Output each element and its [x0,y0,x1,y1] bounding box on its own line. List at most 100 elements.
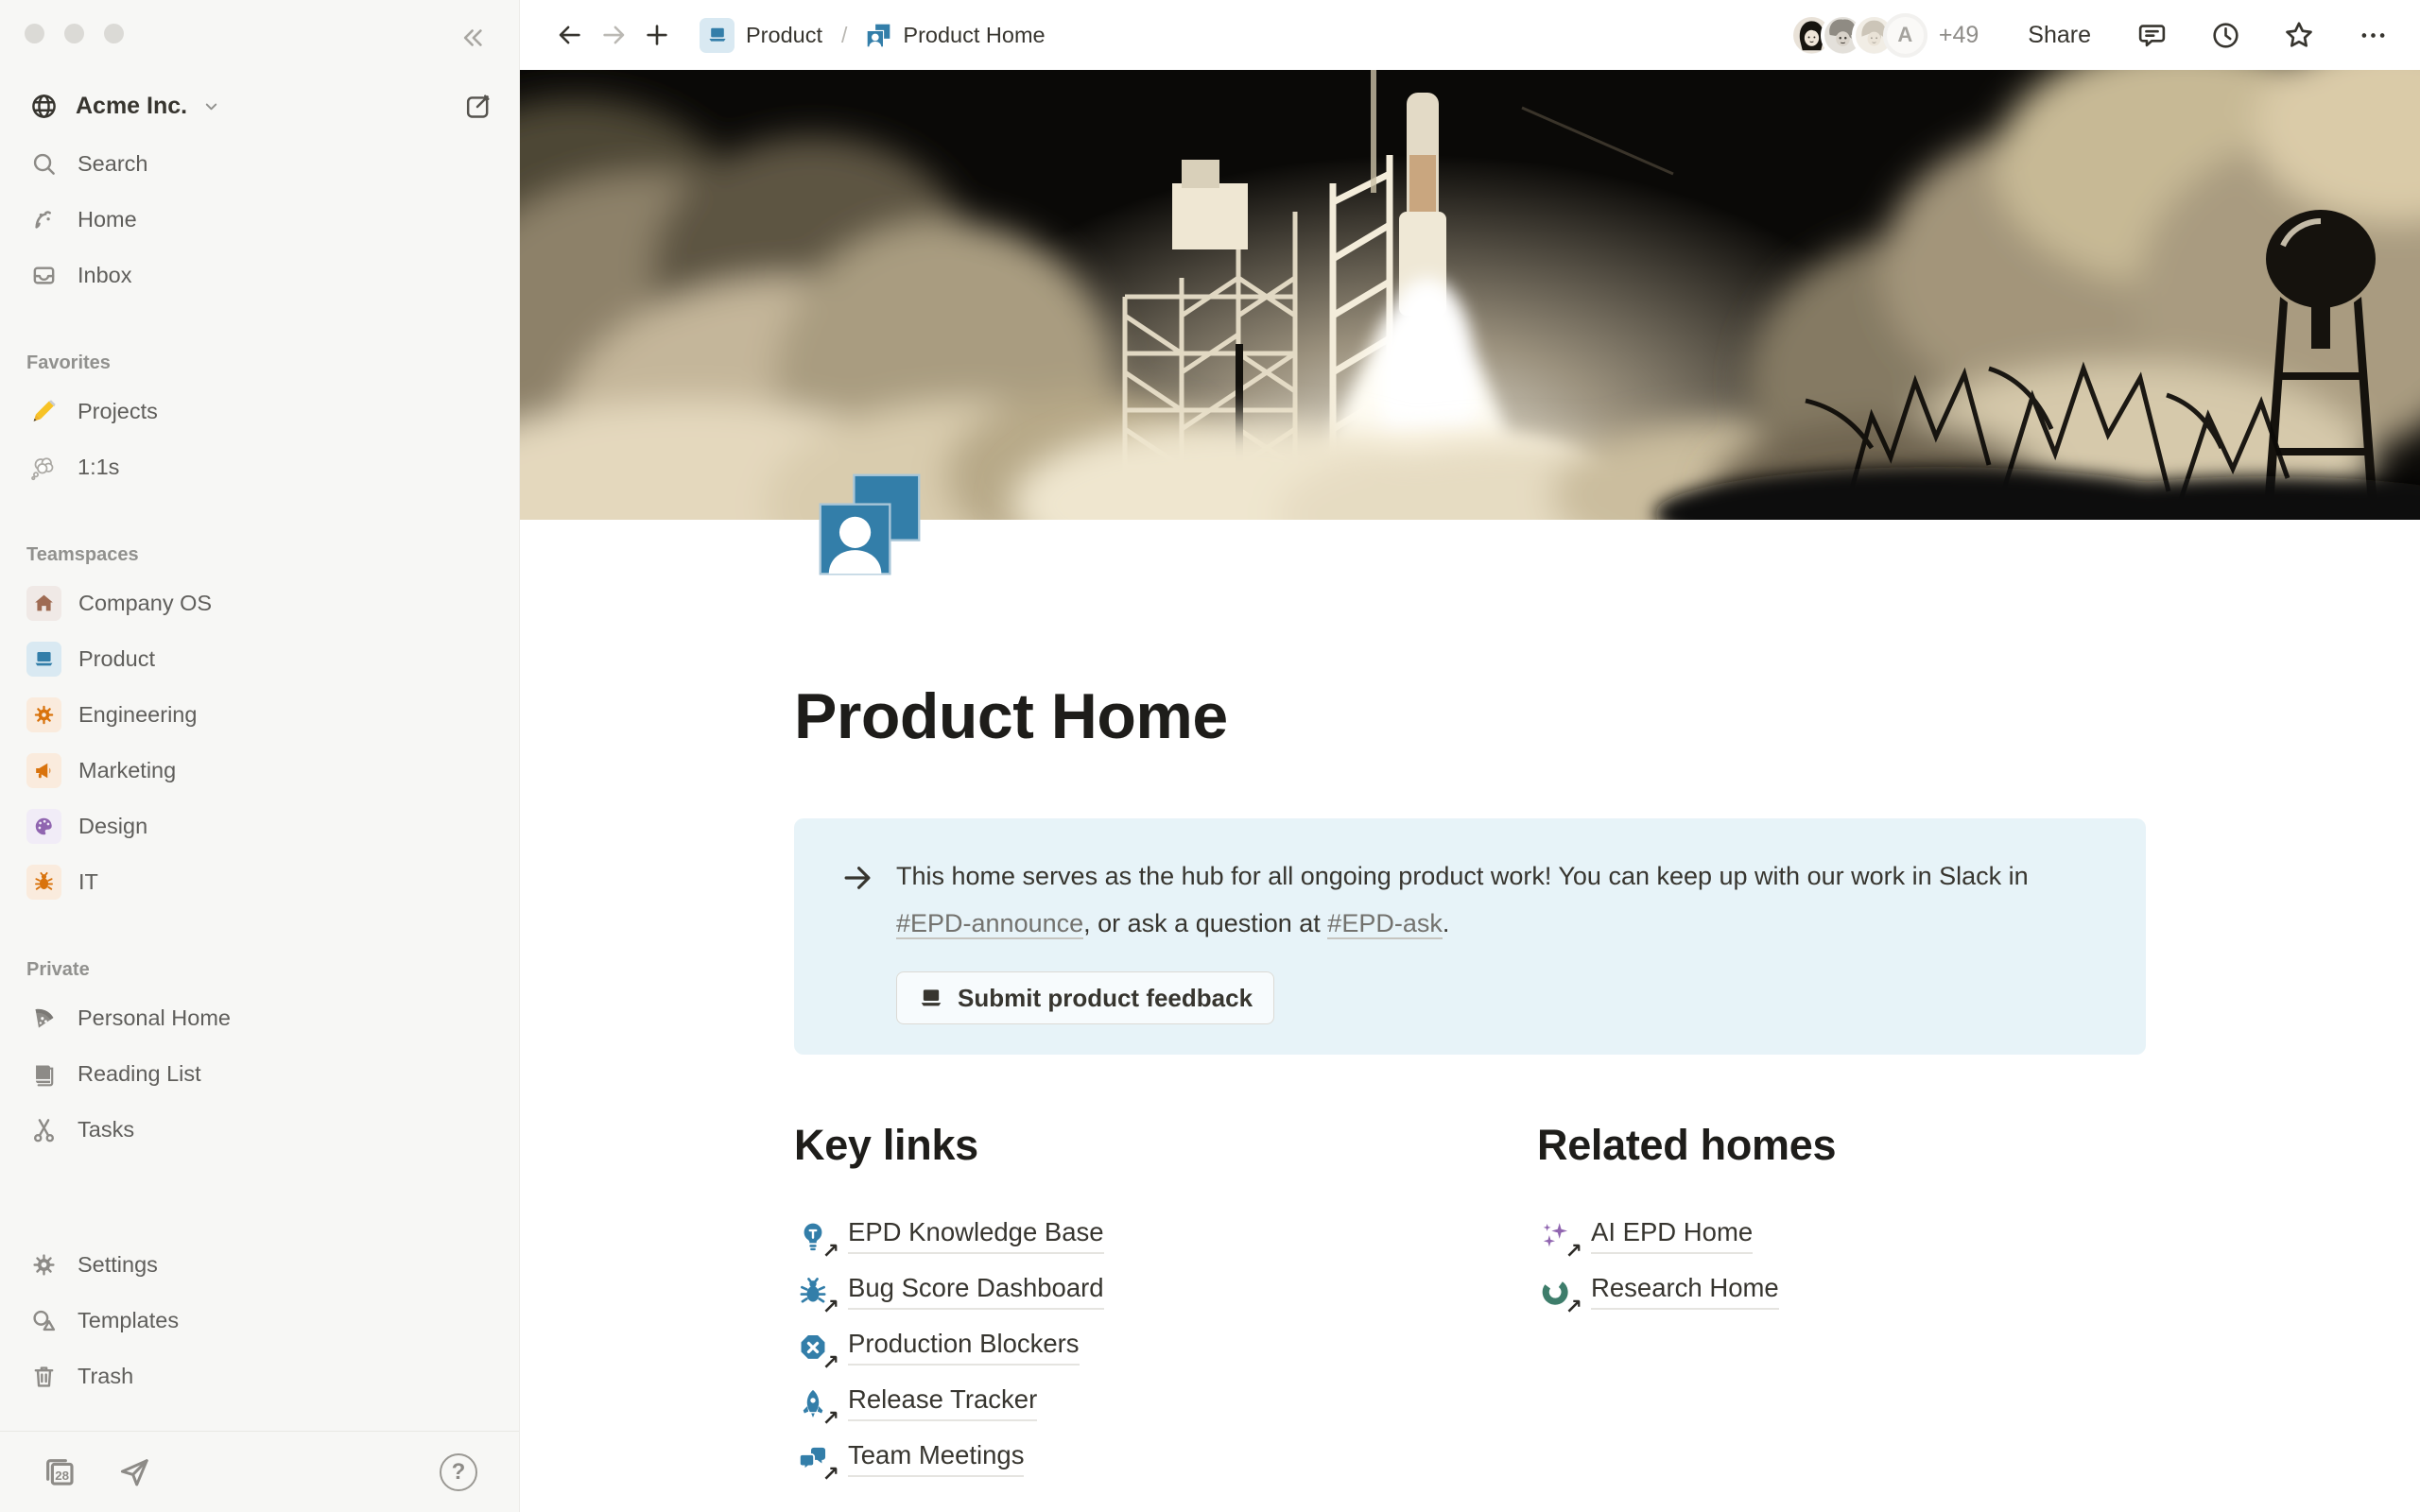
person-card-icon [866,23,891,48]
page-link-epd-knowledge-base[interactable]: ↗ EPD Knowledge Base [794,1208,1104,1263]
sidebar-item-engineering[interactable]: Engineering [13,687,506,743]
slack-channel-link[interactable]: #EPD-announce [896,909,1083,939]
sidebar-item-marketing[interactable]: Marketing [13,743,506,799]
share-page-button[interactable] [117,1455,151,1489]
scissors-icon [26,1113,60,1147]
sidebar-item-label: Company OS [78,591,212,616]
page-link-ai-epd-home[interactable]: ↗ AI EPD Home [1537,1208,1753,1263]
sidebar-item-label: IT [78,869,98,895]
share-button[interactable]: Share [2018,14,2100,57]
page-title[interactable]: Product Home [794,680,2146,752]
sidebar-item-reading-list[interactable]: Reading List [13,1046,506,1102]
callout-text-segment: . [1443,909,1450,937]
svg-text:28: 28 [55,1468,69,1482]
new-tab-button[interactable] [635,13,679,57]
page-link-label: Bug Score Dashboard [848,1273,1104,1310]
question-mark-icon: ? [452,1459,466,1486]
minimize-window-button[interactable] [64,24,84,43]
sidebar-item-label: Product [78,646,155,672]
sidebar-item-search[interactable]: Search [13,136,506,192]
settings-gear-icon [26,1248,60,1282]
presence-avatars[interactable]: A [1789,13,1927,58]
bug-icon [26,865,61,900]
key-links-column: Key links ↗ EPD Knowledge Base [794,1121,1537,1486]
gear-icon [26,697,61,732]
calendar-icon: 28 [42,1454,78,1490]
sidebar-item-label: Templates [78,1308,179,1333]
presence-overflow-count: +49 [1939,22,1979,49]
breadcrumb-label[interactable]: Product [746,23,822,48]
sidebar-item-personal-home[interactable]: Personal Home [13,990,506,1046]
page-cover-image[interactable] [520,70,2420,520]
sidebar-item-projects[interactable]: Projects [13,384,506,439]
breadcrumb-label[interactable]: Product Home [903,23,1045,48]
page-link-release-tracker[interactable]: ↗ Release Tracker [794,1375,1037,1431]
sidebar-item-label: Settings [78,1252,158,1278]
comments-button[interactable] [2133,13,2170,57]
sidebar-item-design[interactable]: Design [13,799,506,854]
sidebar-item-label: Design [78,814,147,839]
close-window-button[interactable] [25,24,44,43]
slack-channel-link[interactable]: #EPD-ask [1327,909,1443,939]
page-link-team-meetings[interactable]: ↗ Team Meetings [794,1431,1024,1486]
sidebar-item-label: Engineering [78,702,197,728]
sidebar-item-it[interactable]: IT [13,854,506,910]
sidebar-item-label: Search [78,151,147,177]
breadcrumb-item-product[interactable] [700,18,735,53]
sidebar-item-trash[interactable]: Trash [13,1349,506,1404]
page-link-bug-score-dashboard[interactable]: ↗ Bug Score Dashboard [794,1263,1104,1319]
comments-icon [2136,20,2168,51]
zoom-window-button[interactable] [104,24,124,43]
help-button[interactable]: ? [440,1453,477,1491]
sidebar-item-1-1s[interactable]: 1:1s [13,439,506,495]
workspace-switcher[interactable]: Acme Inc. [13,81,506,130]
page-content: Product Home This home serves as the hub… [794,520,2146,1486]
updates-button[interactable] [2206,13,2244,57]
forward-button[interactable] [592,13,635,57]
sidebar-collapse-button[interactable] [451,19,493,57]
calendar-button[interactable]: 28 [42,1454,78,1490]
sidebar-item-templates[interactable]: Templates [13,1293,506,1349]
notion-app-window: Acme Inc. Search [0,0,2420,1512]
sidebar-item-company-os[interactable]: Company OS [13,576,506,631]
submit-product-feedback-button[interactable]: Submit product feedback [896,971,1274,1024]
sidebar-item-label: Marketing [78,758,176,783]
external-arrow-icon: ↗ [822,1297,839,1317]
sidebar-item-inbox[interactable]: Inbox [13,248,506,303]
page-link-label: Production Blockers [848,1329,1080,1366]
page-link-research-home[interactable]: ↗ Research Home [1537,1263,1779,1319]
blocked-icon: ↗ [794,1329,832,1366]
inbox-icon [26,259,60,293]
related-homes-column: Related homes ↗ AI EPD Home [1537,1121,2146,1486]
sidebar-item-tasks[interactable]: Tasks [13,1102,506,1158]
workspace-name: Acme Inc. [76,93,187,120]
callout-text-segment: , or ask a question at [1083,909,1327,937]
new-page-button[interactable] [463,92,493,121]
sidebar-item-home[interactable]: Home [13,192,506,248]
page-link-production-blockers[interactable]: ↗ Production Blockers [794,1319,1080,1375]
sidebar-item-label: Inbox [78,263,132,288]
double-chevron-left-icon [458,24,486,52]
pizza-icon [26,1002,60,1036]
arrow-right-icon [839,860,875,896]
compose-icon [463,92,493,121]
plus-icon [643,21,671,49]
breadcrumb: Product / Product Home [700,18,1046,53]
laptop-icon [26,642,61,677]
more-options-button[interactable] [2354,13,2392,57]
callout-text-segment: This home serves as the hub for all ongo… [896,862,2029,890]
page-link-label: AI EPD Home [1591,1217,1753,1254]
back-button[interactable] [548,13,592,57]
bug-icon: ↗ [794,1273,832,1311]
donut-chart-icon: ↗ [1537,1273,1575,1311]
sidebar-item-settings[interactable]: Settings [13,1237,506,1293]
person-card-icon[interactable] [816,471,924,578]
sidebar-item-product[interactable]: Product [13,631,506,687]
lightbulb-icon: ↗ [794,1217,832,1255]
sidebar-item-label: Tasks [78,1117,134,1143]
favorite-button[interactable] [2280,13,2318,57]
window-controls[interactable] [0,23,519,43]
topbar: Product / Product Home [520,0,2420,70]
templates-icon [26,1304,60,1338]
sidebar-bottom-bar: 28 ? [0,1431,519,1512]
